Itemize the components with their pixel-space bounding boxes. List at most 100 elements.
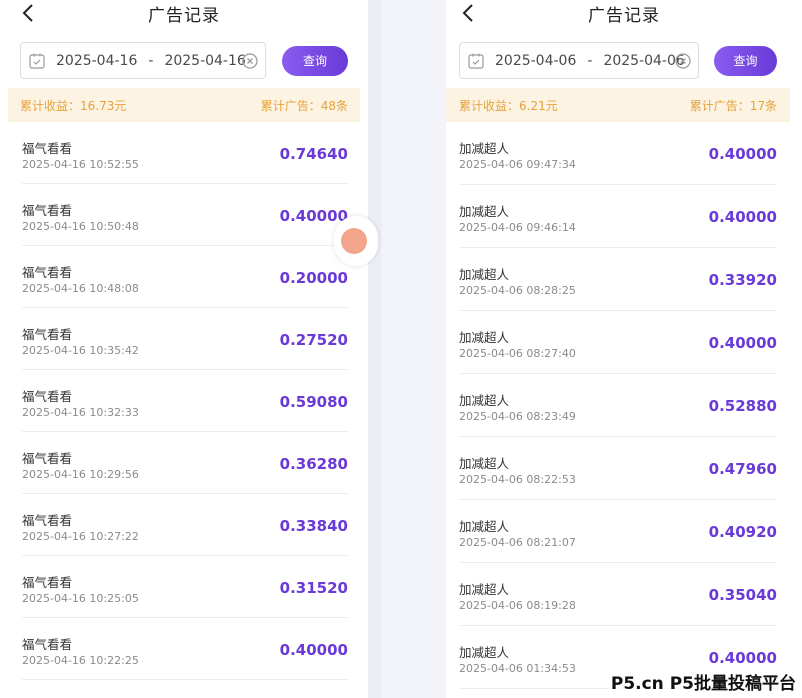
start-date[interactable]: 2025-04-06 (495, 53, 576, 69)
record-amount: 0.40000 (708, 145, 777, 163)
summary-bar: 累计收益：16.73元 累计广告：48条 (8, 88, 360, 122)
record-amount: 0.52880 (708, 397, 777, 415)
record-name: 加减超人 (459, 393, 510, 408)
record-amount: 0.33920 (708, 271, 777, 289)
record-name: 福气看看 (22, 141, 73, 156)
record-time: 2025-04-06 08:27:40 (459, 347, 576, 360)
record-name: 加减超人 (459, 645, 510, 660)
gap-edge (368, 0, 383, 698)
date-separator: - (587, 52, 593, 69)
list-item[interactable]: 加减超人 2025-04-06 08:22:53 0.47960 (446, 437, 802, 500)
record-name: 加减超人 (459, 204, 510, 219)
record-time: 2025-04-06 08:22:53 (459, 473, 576, 486)
record-amount: 0.74640 (279, 145, 348, 163)
record-list: 福气看看 2025-04-16 10:52:55 0.74640 福气看看 2025-… (0, 122, 368, 680)
list-item[interactable]: 加减超人 2025-04-06 08:28:25 0.33920 (446, 248, 802, 311)
date-range-picker[interactable]: 2025-04-16 - 2025-04-16 (20, 42, 266, 79)
record-time: 2025-04-06 08:23:49 (459, 410, 576, 423)
list-item[interactable]: 加减超人 2025-04-06 08:19:28 0.35040 (446, 563, 802, 626)
record-time: 2025-04-06 08:19:28 (459, 599, 576, 612)
record-name: 加减超人 (459, 582, 510, 597)
record-time: 2025-04-16 10:29:56 (22, 468, 139, 481)
record-amount: 0.40000 (279, 641, 348, 659)
list-item[interactable]: 福气看看 2025-04-16 10:32:33 0.59080 (0, 370, 368, 432)
query-button[interactable]: 查询 (714, 46, 777, 76)
query-button[interactable]: 查询 (282, 46, 348, 76)
record-name: 福气看看 (22, 203, 73, 218)
list-item[interactable]: 福气看看 2025-04-16 10:50:48 0.40000 (0, 184, 368, 246)
watermark: P5.cn P5批量投稿平台 (608, 669, 798, 694)
record-name: 福气看看 (22, 389, 73, 404)
list-item[interactable]: 福气看看 2025-04-16 10:27:22 0.33840 (0, 494, 368, 556)
record-amount: 0.47960 (708, 460, 777, 478)
calendar-icon (29, 53, 45, 69)
end-date[interactable]: 2025-04-06 (603, 53, 684, 69)
record-amount: 0.40000 (279, 207, 348, 225)
clear-icon[interactable] (675, 53, 691, 69)
search-row: 2025-04-16 - 2025-04-16 查询 (0, 42, 368, 80)
ad-records-panel-right: 广告记录 2025-04-06 - 2025-04-06 查询 累计收益：6.2… (446, 0, 802, 698)
list-item[interactable]: 加减超人 2025-04-06 09:47:34 0.40000 (446, 122, 802, 185)
list-item[interactable]: 福气看看 2025-04-16 10:35:42 0.27520 (0, 308, 368, 370)
record-name: 福气看看 (22, 513, 73, 528)
floating-assistant-button[interactable] (334, 216, 378, 266)
record-time: 2025-04-16 10:22:25 (22, 654, 139, 667)
record-name: 加减超人 (459, 456, 510, 471)
record-time: 2025-04-16 10:50:48 (22, 220, 139, 233)
record-time: 2025-04-16 10:35:42 (22, 344, 139, 357)
record-list: 加减超人 2025-04-06 09:47:34 0.40000 加减超人 2025-… (446, 122, 802, 689)
date-separator: - (148, 52, 154, 69)
start-date[interactable]: 2025-04-16 (56, 53, 137, 69)
date-range-picker[interactable]: 2025-04-06 - 2025-04-06 (459, 42, 699, 79)
total-income: 累计收益：6.21元 (459, 98, 558, 113)
record-name: 加减超人 (459, 519, 510, 534)
search-row: 2025-04-06 - 2025-04-06 查询 (446, 42, 802, 80)
list-item[interactable]: 福气看看 2025-04-16 10:52:55 0.74640 (0, 122, 368, 184)
list-item[interactable]: 福气看看 2025-04-16 10:25:05 0.31520 (0, 556, 368, 618)
record-time: 2025-04-06 01:34:53 (459, 662, 576, 675)
total-ads: 累计广告：48条 (260, 98, 348, 113)
record-amount: 0.40000 (708, 334, 777, 352)
record-time: 2025-04-16 10:48:08 (22, 282, 139, 295)
record-time: 2025-04-06 09:47:34 (459, 158, 576, 171)
record-name: 福气看看 (22, 451, 73, 466)
list-item[interactable]: 加减超人 2025-04-06 09:46:14 0.40000 (446, 185, 802, 248)
clear-icon[interactable] (242, 53, 258, 69)
record-name: 福气看看 (22, 265, 73, 280)
record-name: 加减超人 (459, 267, 510, 282)
list-item[interactable]: 加减超人 2025-04-06 08:23:49 0.52880 (446, 374, 802, 437)
record-amount: 0.31520 (279, 579, 348, 597)
list-item[interactable]: 福气看看 2025-04-16 10:48:08 0.20000 (0, 246, 368, 308)
record-amount: 0.40000 (708, 649, 777, 667)
screenshot-canvas: 广告记录 2025-04-16 - 2025-04-16 查询 累计收益：16.… (0, 0, 802, 698)
record-name: 福气看看 (22, 637, 73, 652)
record-time: 2025-04-16 10:25:05 (22, 592, 139, 605)
record-amount: 0.33840 (279, 517, 348, 535)
list-item[interactable]: 加减超人 2025-04-06 08:21:07 0.40920 (446, 500, 802, 563)
record-time: 2025-04-06 08:21:07 (459, 536, 576, 549)
summary-bar: 累计收益：6.21元 累计广告：17条 (446, 88, 790, 122)
divider (22, 679, 348, 680)
list-item[interactable]: 加减超人 2025-04-06 08:27:40 0.40000 (446, 311, 802, 374)
record-amount: 0.35040 (708, 586, 777, 604)
page-title: 广告记录 (588, 6, 660, 26)
page-title: 广告记录 (148, 6, 220, 26)
end-date[interactable]: 2025-04-16 (164, 53, 245, 69)
record-name: 福气看看 (22, 327, 73, 342)
record-amount: 0.40920 (708, 523, 777, 541)
record-amount: 0.20000 (279, 269, 348, 287)
record-time: 2025-04-16 10:27:22 (22, 530, 139, 543)
record-name: 加减超人 (459, 330, 510, 345)
list-item[interactable]: 福气看看 2025-04-16 10:29:56 0.36280 (0, 432, 368, 494)
record-amount: 0.36280 (279, 455, 348, 473)
calendar-icon (468, 53, 484, 69)
total-income: 累计收益：16.73元 (20, 98, 127, 113)
record-time: 2025-04-16 10:52:55 (22, 158, 139, 171)
list-item[interactable]: 福气看看 2025-04-16 10:22:25 0.40000 (0, 618, 368, 680)
record-time: 2025-04-16 10:32:33 (22, 406, 139, 419)
mascot-icon (341, 228, 367, 254)
header: 广告记录 (0, 0, 368, 30)
record-time: 2025-04-06 09:46:14 (459, 221, 576, 234)
total-ads: 累计广告：17条 (689, 98, 777, 113)
record-amount: 0.40000 (708, 208, 777, 226)
